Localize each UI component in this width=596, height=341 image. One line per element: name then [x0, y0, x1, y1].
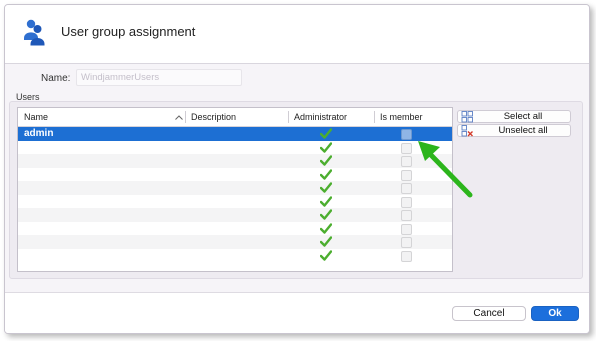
annotation-arrow-icon: [418, 141, 473, 198]
ok-button[interactable]: Ok: [531, 306, 579, 321]
name-label: Name:: [41, 73, 71, 84]
table-header: Name Description Administrator Is member: [18, 108, 452, 127]
administrator-check-icon: [320, 182, 332, 193]
administrator-check-icon: [320, 249, 332, 261]
is-member-checkbox[interactable]: [401, 237, 412, 248]
select-all-icon: [461, 111, 473, 123]
dialog-title: User group assignment: [61, 24, 196, 39]
table-row[interactable]: [18, 181, 452, 195]
table-row[interactable]: [18, 235, 452, 249]
administrator-check-icon: [320, 209, 332, 220]
select-all-label: Select all: [503, 111, 543, 122]
users-icon: [24, 19, 45, 46]
is-member-checkbox[interactable]: [401, 129, 412, 140]
is-member-checkbox[interactable]: [401, 156, 412, 167]
unselect-all-button[interactable]: Unselect all: [457, 124, 571, 137]
sort-ascending-icon[interactable]: [175, 115, 183, 120]
is-member-checkbox[interactable]: [401, 250, 412, 262]
table-row[interactable]: [18, 222, 452, 236]
is-member-checkbox[interactable]: [401, 223, 412, 235]
table-row[interactable]: [18, 154, 452, 168]
is-member-checkbox[interactable]: [401, 169, 412, 181]
is-member-checkbox[interactable]: [401, 196, 412, 208]
user-name-cell: admin: [24, 128, 54, 139]
unselect-all-label: Unselect all: [498, 125, 548, 136]
is-member-checkbox[interactable]: [401, 210, 412, 221]
name-field[interactable]: WindjammerUsers: [76, 69, 242, 86]
column-header-administrator[interactable]: Administrator: [288, 108, 374, 126]
column-header-name[interactable]: Name: [18, 108, 178, 126]
users-table[interactable]: Name Description Administrator Is member…: [17, 107, 453, 272]
administrator-check-icon: [320, 155, 332, 166]
administrator-check-icon: [320, 236, 332, 247]
is-member-checkbox[interactable]: [401, 183, 412, 194]
cancel-button[interactable]: Cancel: [452, 306, 526, 321]
administrator-check-icon: [320, 195, 332, 207]
name-value: WindjammerUsers: [81, 72, 160, 83]
table-row[interactable]: [18, 141, 452, 155]
administrator-check-icon: [320, 168, 332, 180]
dialog-header: User group assignment: [5, 5, 589, 64]
table-row[interactable]: admin: [18, 127, 452, 141]
is-member-checkbox[interactable]: [401, 142, 412, 154]
table-row[interactable]: [18, 208, 452, 222]
column-header-is-member[interactable]: Is member: [374, 108, 452, 126]
table-row[interactable]: [18, 195, 452, 209]
unselect-all-icon: [461, 125, 473, 137]
select-all-button[interactable]: Select all: [457, 110, 571, 123]
administrator-check-icon: [320, 222, 332, 234]
administrator-check-icon: [320, 141, 332, 153]
column-header-description[interactable]: Description: [185, 108, 288, 126]
table-row[interactable]: [18, 168, 452, 182]
user-group-dialog: User group assignment Name: WindjammerUs…: [4, 4, 590, 334]
table-row[interactable]: [18, 249, 452, 263]
administrator-check-icon: [320, 128, 332, 139]
